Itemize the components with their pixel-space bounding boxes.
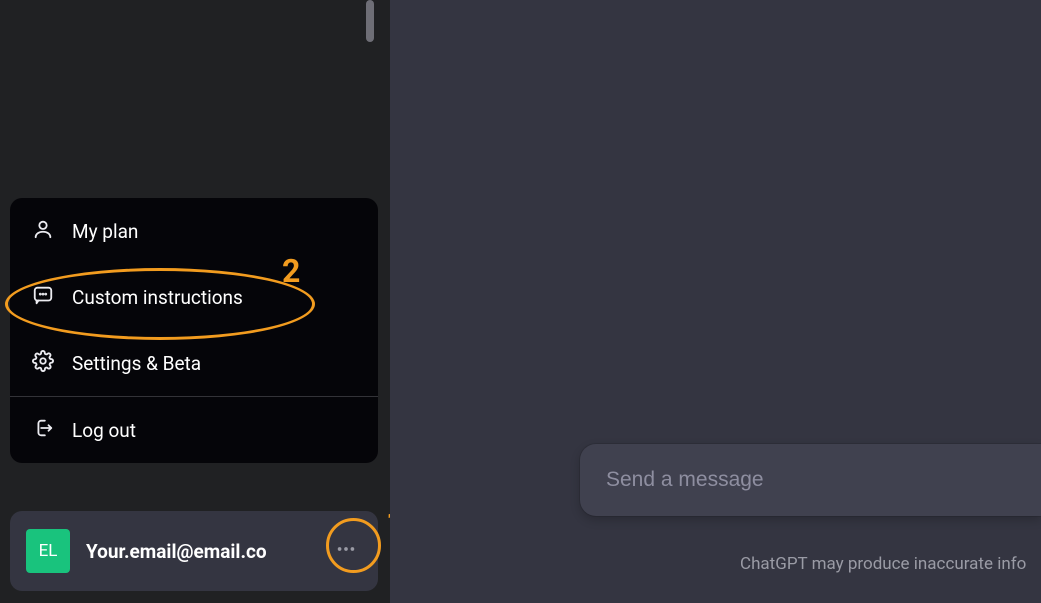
chat-input-container: [580, 444, 1041, 516]
logout-icon: [32, 417, 54, 444]
avatar: EL: [26, 529, 70, 573]
log-out-menu-item[interactable]: Log out: [10, 397, 378, 463]
sidebar-scrollbar[interactable]: [366, 0, 374, 42]
settings-beta-menu-item[interactable]: Settings & Beta: [10, 330, 378, 396]
log-out-label: Log out: [72, 419, 136, 442]
account-email: Your.email@email.co: [86, 540, 314, 563]
my-plan-menu-item[interactable]: My plan: [10, 198, 378, 264]
person-icon: [32, 218, 54, 245]
footer-disclaimer: ChatGPT may produce inaccurate info: [740, 554, 1041, 574]
account-popup-menu: My plan Custom instructions Settings & B…: [10, 198, 378, 463]
custom-instructions-label: Custom instructions: [72, 286, 243, 309]
ellipsis-icon: [335, 538, 357, 564]
more-options-button[interactable]: [330, 538, 362, 564]
message-icon: [32, 284, 54, 311]
account-row[interactable]: EL Your.email@email.co: [10, 511, 378, 591]
custom-instructions-menu-item[interactable]: Custom instructions: [10, 264, 378, 330]
sidebar: My plan Custom instructions Settings & B…: [0, 0, 390, 603]
my-plan-label: My plan: [72, 220, 138, 243]
gear-icon: [32, 350, 54, 377]
chat-main-area: ChatGPT may produce inaccurate info: [390, 0, 1041, 603]
settings-beta-label: Settings & Beta: [72, 352, 201, 375]
chat-input[interactable]: [606, 468, 1015, 492]
avatar-initials: EL: [39, 541, 58, 561]
